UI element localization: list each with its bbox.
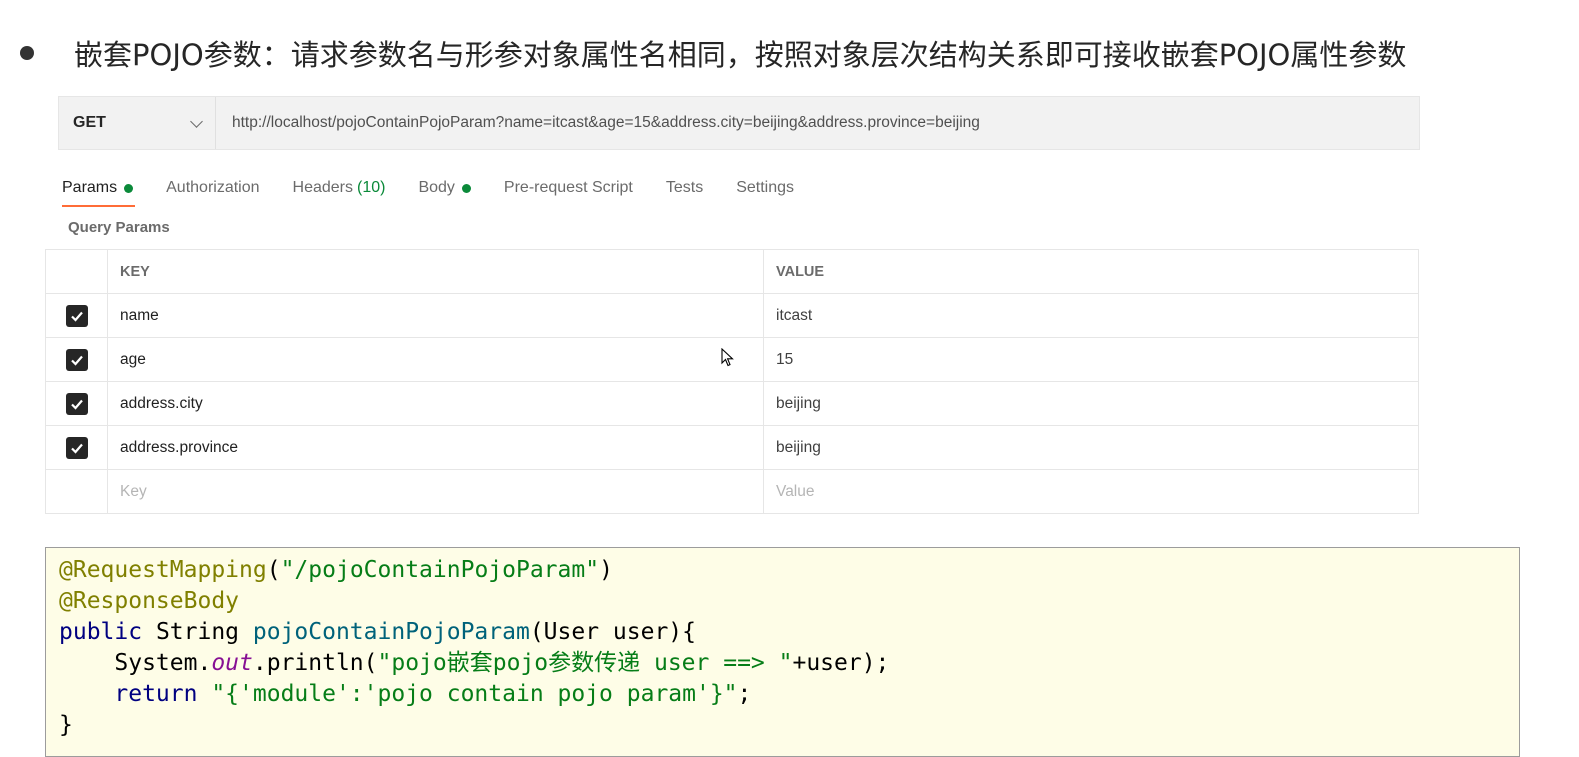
param-value[interactable]: itcast	[763, 293, 1419, 338]
slide-headline: 嵌套POJO参数：请求参数名与形参对象属性名相同，按照对象层次结构关系即可接收嵌…	[20, 30, 1406, 76]
url-bar: GET http://localhost/pojoContainPojoPara…	[58, 96, 1420, 150]
value-column-header: VALUE	[763, 249, 1419, 294]
method-label: GET	[73, 114, 106, 131]
code-field: out	[211, 650, 253, 676]
table-header-row: KEY VALUE	[45, 249, 1419, 294]
tab-label: Params	[62, 179, 118, 196]
postman-request-panel: GET http://localhost/pojoContainPojoPara…	[45, 83, 1420, 523]
tab-label: Headers	[292, 179, 353, 196]
chevron-down-icon	[190, 114, 203, 128]
tab-headers[interactable]: Headers (10)	[293, 171, 386, 205]
headline-text: 嵌套POJO参数：请求参数名与形参对象属性名相同，按照对象层次结构关系即可接收嵌…	[74, 38, 1407, 72]
query-params-table: KEY VALUE name itcast age 15 address.cit…	[45, 249, 1419, 514]
tab-params[interactable]: Params	[62, 171, 136, 207]
header-checkbox-cell	[45, 249, 108, 294]
param-key[interactable]: name	[107, 293, 764, 338]
code-annotation: @ResponseBody	[59, 588, 240, 614]
tab-body[interactable]: Body	[418, 171, 471, 205]
code-keyword: public	[59, 619, 143, 645]
code-annotation: @RequestMapping	[59, 557, 267, 583]
tab-label: Settings	[736, 179, 795, 196]
checkmark-icon	[70, 355, 83, 366]
key-column-header: KEY	[107, 249, 764, 294]
table-row: name itcast	[45, 293, 1419, 338]
row-checkbox[interactable]	[65, 348, 88, 371]
tab-label: Authorization	[166, 179, 260, 196]
method-select[interactable]: GET	[59, 97, 216, 149]
code-block: @RequestMapping("/pojoContainPojoParam")…	[45, 547, 1520, 757]
table-row-empty: Key Value	[45, 469, 1419, 514]
params-indicator-dot	[124, 183, 134, 193]
tab-tests[interactable]: Tests	[666, 171, 703, 205]
param-key[interactable]: age	[107, 337, 764, 382]
code-string: "{'module':'pojo contain pojo param'}"	[197, 681, 738, 707]
tab-settings[interactable]: Settings	[736, 171, 794, 205]
request-tabs: Params Authorization Headers (10) Body P…	[62, 171, 827, 207]
tab-label: Tests	[665, 179, 704, 196]
headers-count: (10)	[357, 179, 386, 196]
new-key-input[interactable]: Key	[107, 469, 764, 514]
bullet-icon	[20, 46, 34, 60]
new-value-input[interactable]: Value	[763, 469, 1419, 514]
mouse-cursor-icon	[721, 348, 734, 367]
param-key[interactable]: address.province	[107, 425, 764, 470]
checkmark-icon	[70, 311, 83, 322]
code-method-name: pojoContainPojoParam	[252, 619, 530, 645]
url-input[interactable]: http://localhost/pojoContainPojoParam?na…	[216, 114, 980, 132]
body-indicator-dot	[461, 183, 471, 193]
row-checkbox[interactable]	[65, 392, 88, 415]
tab-authorization[interactable]: Authorization	[166, 171, 259, 205]
code-keyword: return	[114, 681, 198, 707]
checkmark-icon	[70, 399, 83, 410]
param-value[interactable]: beijing	[763, 381, 1419, 426]
row-checkbox[interactable]	[65, 436, 88, 459]
param-key[interactable]: address.city	[107, 381, 764, 426]
param-value[interactable]: beijing	[763, 425, 1419, 470]
row-checkbox[interactable]	[65, 304, 88, 327]
tab-label: Body	[418, 179, 455, 196]
checkmark-icon	[70, 443, 83, 454]
param-value[interactable]: 15	[763, 337, 1419, 382]
query-params-label: Query Params	[68, 219, 170, 236]
tab-pre-request-script[interactable]: Pre-request Script	[504, 171, 633, 205]
code-string: "/pojoContainPojoParam"	[280, 557, 600, 583]
table-row: address.city beijing	[45, 381, 1419, 426]
table-row: address.province beijing	[45, 425, 1419, 470]
tab-label: Pre-request Script	[503, 179, 633, 196]
